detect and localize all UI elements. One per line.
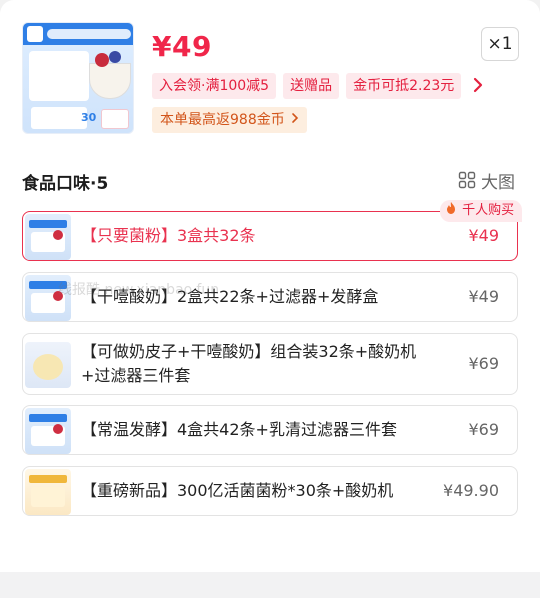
option-item[interactable]: 【可做奶皮子+干噎酸奶】组合装32条+酸奶机 +过滤器三件套 ¥69	[22, 333, 518, 395]
cashback-tag[interactable]: 本单最高返988金币	[152, 107, 308, 133]
option-thumbnail	[25, 342, 71, 388]
option-label-line2: +过滤器三件套	[81, 366, 191, 385]
section-title: 食品口味·5	[22, 174, 109, 194]
option-price: ¥49	[468, 226, 499, 245]
option-item[interactable]: 【常温发酵】4盒共42条+乳清过滤器三件套 ¥69	[22, 405, 518, 455]
hot-badge: 千人购买	[440, 200, 523, 222]
promo-tag-member[interactable]: 入会领·满100减5	[152, 73, 277, 99]
chevron-right-icon	[291, 112, 299, 128]
bottom-bar	[0, 572, 540, 598]
option-thumbnail	[25, 408, 71, 454]
view-toggle-button[interactable]: 大图	[458, 168, 515, 193]
option-price: ¥69	[468, 354, 499, 373]
cashback-text: 本单最高返988金币	[160, 112, 285, 128]
thumbnail-badge: 30	[81, 111, 97, 124]
flame-icon	[446, 202, 460, 218]
option-label: 【可做奶皮子+干噎酸奶】组合装32条+酸奶机	[81, 342, 417, 361]
promo-tags: 入会领·满100减5 送赠品 金币可抵2.23元	[152, 73, 462, 99]
option-label: 【只要菌粉】3盒共32条	[81, 226, 256, 245]
option-price: ¥49.90	[443, 481, 499, 500]
watermark-text: 线报酷 new.xianbao.fun	[58, 282, 220, 298]
product-thumbnail[interactable]: 30	[22, 22, 134, 134]
view-toggle-label: 大图	[481, 172, 515, 193]
option-price: ¥69	[468, 420, 499, 439]
sku-sheet: 30 ¥49 ×1 入会领·满100减5 送赠品 金币可抵2.23元 本单最高返…	[0, 0, 540, 572]
option-item[interactable]: 【重磅新品】300亿活菌菌粉*30条+酸奶机 ¥49.90	[22, 466, 518, 516]
grid-icon	[458, 171, 476, 189]
option-label: 【重磅新品】300亿活菌菌粉*30条+酸奶机	[81, 481, 394, 500]
chevron-right-icon[interactable]	[472, 76, 486, 96]
option-thumbnail	[25, 469, 71, 515]
option-label: 【常温发酵】4盒共42条+乳清过滤器三件套	[81, 420, 397, 439]
product-price: ¥49	[152, 30, 212, 63]
promo-tag-gift[interactable]: 送赠品	[283, 73, 340, 99]
promo-tag-coins[interactable]: 金币可抵2.23元	[346, 73, 462, 99]
option-thumbnail	[25, 214, 71, 260]
hot-badge-label: 千人购买	[462, 203, 515, 218]
quantity-button[interactable]: ×1	[481, 27, 519, 61]
option-price: ¥49	[468, 287, 499, 306]
